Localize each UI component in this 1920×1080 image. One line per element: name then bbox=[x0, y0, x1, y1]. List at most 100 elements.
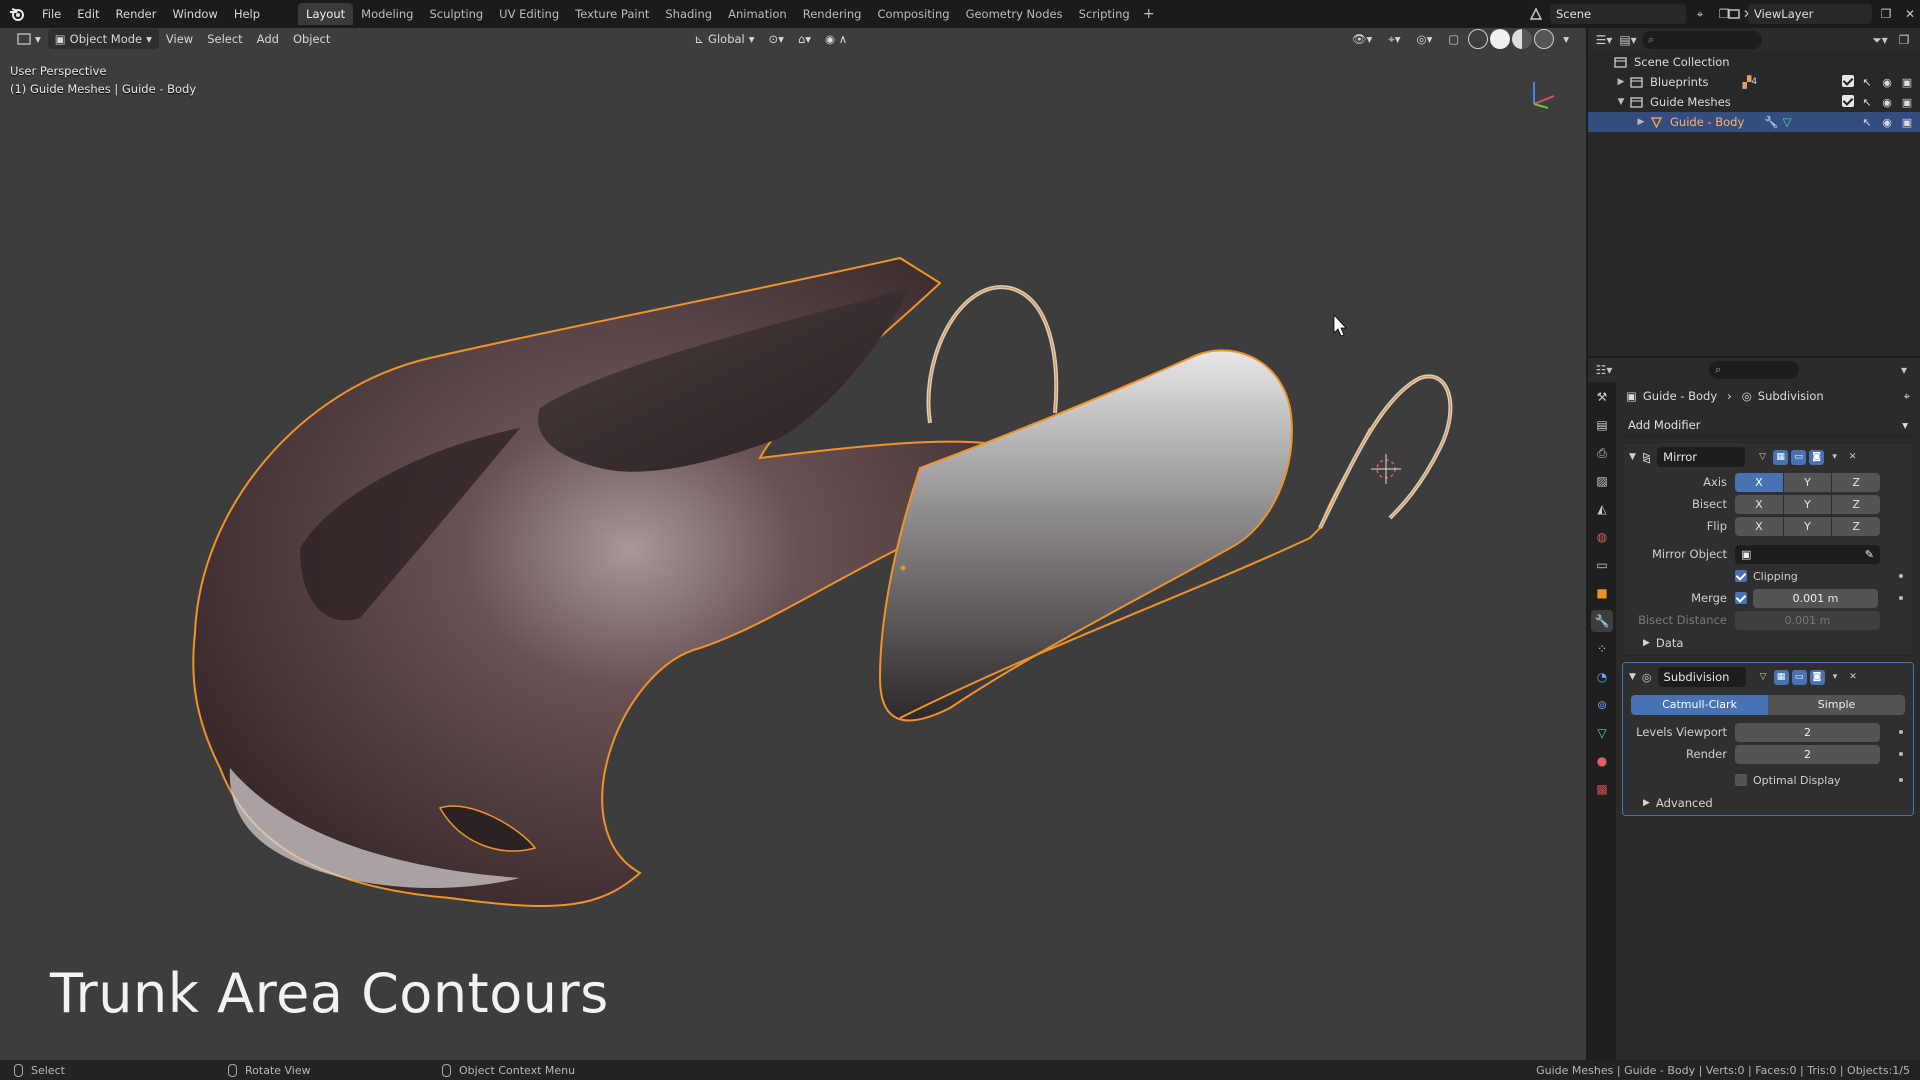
tab-uv-editing[interactable]: UV Editing bbox=[491, 3, 567, 25]
render-tab-icon[interactable]: ▤ bbox=[1591, 414, 1613, 436]
solid-shading-icon[interactable] bbox=[1490, 29, 1511, 49]
editor-type-icon[interactable]: ☰▾ bbox=[1594, 30, 1614, 50]
camera-icon[interactable]: ▣ bbox=[1900, 95, 1914, 109]
menu-help[interactable]: Help bbox=[226, 3, 268, 25]
pivot-point-icon[interactable]: ⊙▾ bbox=[762, 29, 791, 49]
outliner-row-blueprints[interactable]: ▶ Blueprints ▞ 4 ↖ ◉ ▣ bbox=[1588, 72, 1920, 92]
menu-add[interactable]: Add bbox=[250, 29, 286, 49]
visibility-icon[interactable]: 👁▾ bbox=[1345, 29, 1379, 49]
world-tab-icon[interactable]: ◍ bbox=[1591, 526, 1613, 548]
transform-orientation-dropdown[interactable]: ⊾ Global ▾ bbox=[687, 29, 761, 49]
close-icon[interactable]: ✕ bbox=[1846, 670, 1861, 685]
object-tab-icon[interactable]: ■ bbox=[1591, 582, 1613, 604]
clipping-checkbox[interactable] bbox=[1735, 570, 1747, 582]
constraints-tab-icon[interactable]: ⊚ bbox=[1591, 694, 1613, 716]
collapse-arrow-icon[interactable]: ▼ bbox=[1629, 452, 1636, 462]
tool-tab-icon[interactable]: ⚒ bbox=[1591, 386, 1613, 408]
menu-object[interactable]: Object bbox=[286, 29, 337, 49]
filter-icon[interactable]: ⏷▾ bbox=[1870, 30, 1890, 50]
scene-tab-icon[interactable]: ◭ bbox=[1591, 498, 1613, 520]
object-mode-dropdown[interactable]: ▣ Object Mode ▾ bbox=[47, 29, 159, 49]
navigation-gizmo[interactable] bbox=[1524, 74, 1564, 114]
keyframe-dot[interactable] bbox=[1899, 730, 1903, 734]
output-tab-icon[interactable]: ⎙ bbox=[1591, 442, 1613, 464]
render-display-icon[interactable]: ◙ bbox=[1809, 669, 1825, 685]
scene-name-field[interactable]: Scene bbox=[1550, 4, 1686, 24]
levels-viewport-field[interactable]: 2 bbox=[1735, 722, 1880, 742]
merge-checkbox[interactable] bbox=[1735, 592, 1747, 604]
modifier-tab-icon[interactable]: 🔧 bbox=[1591, 610, 1613, 632]
close-icon[interactable]: ✕ bbox=[1900, 4, 1920, 24]
modifier-name-field[interactable]: Mirror bbox=[1657, 447, 1746, 467]
tab-scripting[interactable]: Scripting bbox=[1071, 3, 1138, 25]
outliner-row-guide-meshes[interactable]: ▼ Guide Meshes ↖ ◉ ▣ bbox=[1588, 92, 1920, 112]
particles-tab-icon[interactable]: ⁘ bbox=[1591, 638, 1613, 660]
data-subpanel[interactable]: ▶ Data bbox=[1623, 631, 1913, 655]
viewport-display-icon[interactable]: ▭ bbox=[1791, 669, 1807, 685]
new-viewlayer-icon[interactable]: ❐ bbox=[1876, 4, 1896, 24]
keyframe-dot[interactable] bbox=[1899, 574, 1903, 578]
xray-icon[interactable]: ▢ bbox=[1441, 29, 1466, 49]
3d-cursor-icon[interactable] bbox=[1371, 454, 1401, 484]
eye-icon[interactable]: ◉ bbox=[1880, 95, 1894, 109]
material-tab-icon[interactable]: ● bbox=[1591, 750, 1613, 772]
physics-tab-icon[interactable]: ◔ bbox=[1591, 666, 1613, 688]
bisect-z-toggle[interactable]: Z bbox=[1832, 494, 1881, 514]
edit-mode-icon[interactable]: ▽ bbox=[1756, 670, 1771, 685]
outliner-row-guide-body[interactable]: ▶ Guide - Body 🔧 ▽ ↖ ◉ ▣ bbox=[1588, 112, 1920, 132]
editor-type-icon[interactable]: ☷▾ bbox=[1594, 360, 1614, 380]
viewlayer-name-field[interactable]: ViewLayer bbox=[1748, 4, 1872, 24]
pin-icon[interactable]: ⌖ bbox=[1690, 4, 1710, 24]
bisect-y-toggle[interactable]: Y bbox=[1783, 494, 1832, 514]
trunk-contour-guide[interactable] bbox=[1318, 374, 1453, 529]
editor-type-button[interactable]: ▾ bbox=[10, 29, 48, 49]
data-tab-icon[interactable]: ▽ bbox=[1591, 722, 1613, 744]
select-arrow-icon[interactable]: ↖ bbox=[1860, 115, 1874, 129]
eye-icon[interactable]: ◉ bbox=[1880, 115, 1894, 129]
collection-tab-icon[interactable]: ▭ bbox=[1591, 554, 1613, 576]
scene-icon[interactable] bbox=[1526, 4, 1546, 24]
render-levels-field[interactable]: 2 bbox=[1735, 744, 1880, 764]
keyframe-dot[interactable] bbox=[1899, 752, 1903, 756]
keyframe-dot[interactable] bbox=[1899, 778, 1903, 782]
outliner-search-input[interactable]: ⌕ bbox=[1642, 31, 1762, 49]
new-collection-icon[interactable]: ❐ bbox=[1894, 30, 1914, 50]
chevron-down-icon[interactable]: ▾ bbox=[1827, 450, 1842, 465]
expand-arrow-icon[interactable]: ▶ bbox=[1614, 77, 1628, 87]
render-display-icon[interactable]: ◙ bbox=[1809, 449, 1825, 465]
flip-x-toggle[interactable]: X bbox=[1735, 516, 1783, 536]
axis-y-toggle[interactable]: Y bbox=[1783, 472, 1832, 492]
3d-viewport[interactable]: ▾ ▣ Object Mode ▾ View Select Add Object … bbox=[0, 28, 1586, 1060]
exclude-checkbox[interactable] bbox=[1842, 95, 1854, 107]
car-body-mesh[interactable] bbox=[0, 28, 1586, 1060]
tab-texture-paint[interactable]: Texture Paint bbox=[567, 3, 657, 25]
camera-icon[interactable]: ▣ bbox=[1900, 115, 1914, 129]
viewlayer-icon[interactable] bbox=[1724, 4, 1744, 24]
gizmo-icon[interactable]: ⌖▾ bbox=[1381, 29, 1407, 49]
menu-edit[interactable]: Edit bbox=[69, 3, 107, 25]
eyedropper-icon[interactable]: ✎ bbox=[1865, 545, 1874, 564]
axis-x-toggle[interactable]: X bbox=[1735, 472, 1783, 492]
menu-view[interactable]: View bbox=[159, 29, 200, 49]
shading-options-icon[interactable]: ▾ bbox=[1556, 29, 1576, 49]
display-mode-icon[interactable]: ▤▾ bbox=[1618, 30, 1638, 50]
texture-tab-icon[interactable]: ▩ bbox=[1591, 778, 1613, 800]
side-tube-surface[interactable] bbox=[878, 349, 1293, 722]
proportional-editing-icon[interactable]: ◉ ∧ bbox=[818, 29, 854, 49]
modifier-name-field[interactable]: Subdivision bbox=[1657, 667, 1746, 687]
blender-logo-icon[interactable] bbox=[0, 0, 34, 28]
eye-icon[interactable]: ◉ bbox=[1880, 75, 1894, 89]
expand-arrow-icon[interactable]: ▶ bbox=[1634, 117, 1648, 127]
tab-animation[interactable]: Animation bbox=[720, 3, 795, 25]
edit-mode-icon[interactable]: ▽ bbox=[1755, 450, 1770, 465]
tab-shading[interactable]: Shading bbox=[657, 3, 720, 25]
mirror-object-field[interactable]: ▣ ✎ bbox=[1735, 544, 1880, 564]
bisect-x-toggle[interactable]: X bbox=[1735, 494, 1783, 514]
tab-modeling[interactable]: Modeling bbox=[353, 3, 421, 25]
viewport-display-icon[interactable]: ▭ bbox=[1791, 449, 1807, 465]
overlays-icon[interactable]: ◎▾ bbox=[1410, 29, 1440, 49]
exclude-checkbox[interactable] bbox=[1842, 75, 1854, 87]
tab-sculpting[interactable]: Sculpting bbox=[421, 3, 491, 25]
camera-icon[interactable]: ▣ bbox=[1900, 75, 1914, 89]
bisect-distance-field[interactable]: 0.001 m bbox=[1735, 610, 1880, 630]
